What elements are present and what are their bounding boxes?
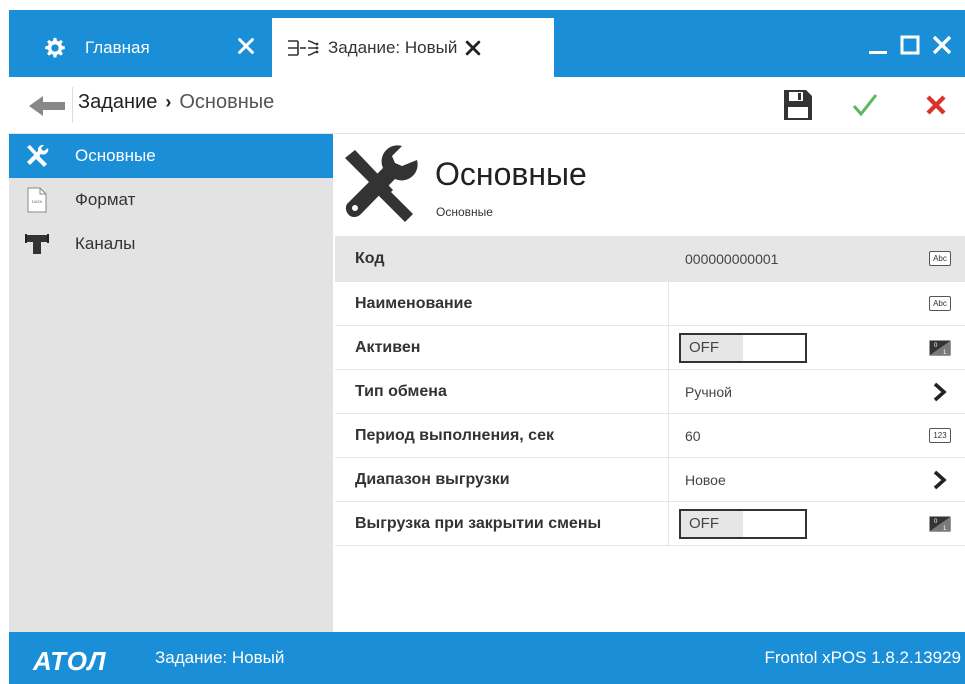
- toggle-type-icon: 01: [927, 338, 953, 358]
- period-field[interactable]: 60: [685, 414, 701, 457]
- window-controls: [867, 34, 953, 56]
- active-toggle[interactable]: OFF: [679, 332, 807, 363]
- section-header: Основные Основные: [335, 134, 965, 236]
- data-file-icon: DATA: [23, 186, 51, 214]
- logo: АТОЛ: [33, 646, 107, 676]
- close-tab-task-icon[interactable]: [463, 38, 483, 58]
- field-row-code[interactable]: Код 000000000001 Abc: [335, 236, 965, 282]
- sidebar: Основные DATA Формат Каналы: [9, 134, 333, 632]
- tools-icon: [339, 144, 421, 226]
- field-row-name[interactable]: Наименование Abc: [335, 282, 965, 326]
- field-row-exchange-type[interactable]: Тип обмена Ручной: [335, 370, 965, 414]
- breadcrumb: Задание › Основные: [78, 91, 274, 114]
- page-subtitle: Основные: [436, 205, 493, 219]
- tools-icon: [23, 142, 51, 170]
- title-bar: Главная Задание: Новый: [9, 10, 965, 77]
- code-field[interactable]: 000000000001: [685, 236, 778, 281]
- field-row-active[interactable]: Активен OFF 01: [335, 326, 965, 370]
- minimize-icon[interactable]: [867, 34, 889, 56]
- breadcrumb-root[interactable]: Задание: [78, 91, 157, 114]
- version-label: Frontol xPOS 1.8.2.13929: [764, 648, 961, 667]
- field-label: Тип обмена: [355, 382, 447, 400]
- tab-home[interactable]: Главная: [19, 18, 269, 77]
- text-type-icon: Abc: [927, 249, 953, 269]
- number-type-icon: 123: [927, 426, 953, 446]
- toggle-type-icon: 01: [927, 514, 953, 534]
- field-row-period[interactable]: Период выполнения, сек 60 123: [335, 414, 965, 458]
- svg-text:DATA: DATA: [32, 199, 42, 204]
- cancel-icon[interactable]: [923, 92, 949, 118]
- chevron-right-icon[interactable]: [927, 382, 953, 402]
- pipe-icon: [23, 230, 51, 258]
- back-arrow-icon[interactable]: [27, 94, 67, 118]
- tab-task[interactable]: Задание: Новый: [272, 18, 554, 77]
- field-label: Период выполнения, сек: [355, 426, 554, 444]
- tab-home-label: Главная: [85, 37, 150, 57]
- page-title: Основные: [435, 156, 587, 192]
- toolbar: Задание › Основные: [9, 77, 965, 134]
- range-field[interactable]: Новое: [685, 458, 726, 501]
- save-icon[interactable]: [783, 89, 813, 121]
- sidebar-item-channels[interactable]: Каналы: [9, 222, 333, 266]
- field-label: Активен: [355, 338, 421, 356]
- close-window-icon[interactable]: [931, 34, 953, 56]
- status-text: Задание: Новый: [155, 648, 285, 667]
- maximize-icon[interactable]: [899, 34, 921, 56]
- chevron-right-icon[interactable]: [927, 470, 953, 490]
- sidebar-item-label: Формат: [75, 190, 136, 209]
- toolbar-actions: [783, 77, 965, 133]
- close-tab-home-icon[interactable]: [235, 35, 259, 59]
- breadcrumb-current: Основные: [179, 91, 275, 113]
- sidebar-item-format[interactable]: DATA Формат: [9, 178, 333, 222]
- breadcrumb-separator: ›: [165, 92, 172, 112]
- field-label: Наименование: [355, 294, 473, 312]
- status-bar: АТОЛ Задание: Новый Frontol xPOS 1.8.2.1…: [9, 632, 965, 684]
- field-label: Выгрузка при закрытии смены: [355, 514, 602, 532]
- exchange-type-field[interactable]: Ручной: [685, 370, 732, 413]
- tab-task-label: Задание: Новый: [328, 37, 458, 57]
- divider: [72, 87, 73, 123]
- field-row-close-shift[interactable]: Выгрузка при закрытии смены OFF 01: [335, 502, 965, 546]
- field-label: Код: [355, 249, 385, 267]
- exchange-icon: [286, 36, 320, 60]
- sidebar-item-label: Основные: [75, 146, 156, 165]
- sidebar-item-main[interactable]: Основные: [9, 134, 333, 178]
- properties-grid: Код 000000000001 Abc Наименование Abc Ак…: [335, 236, 965, 546]
- gear-icon: [43, 36, 67, 60]
- field-label: Диапазон выгрузки: [355, 470, 510, 488]
- close-shift-toggle[interactable]: OFF: [679, 508, 807, 539]
- main-content: Основные Основные Код 000000000001 Abc Н…: [335, 134, 965, 632]
- text-type-icon: Abc: [927, 294, 953, 314]
- app-window: Главная Задание: Новый Задание › Основны…: [9, 10, 965, 684]
- sidebar-item-label: Каналы: [75, 234, 136, 253]
- field-row-range[interactable]: Диапазон выгрузки Новое: [335, 458, 965, 502]
- checkmark-icon[interactable]: [851, 91, 879, 119]
